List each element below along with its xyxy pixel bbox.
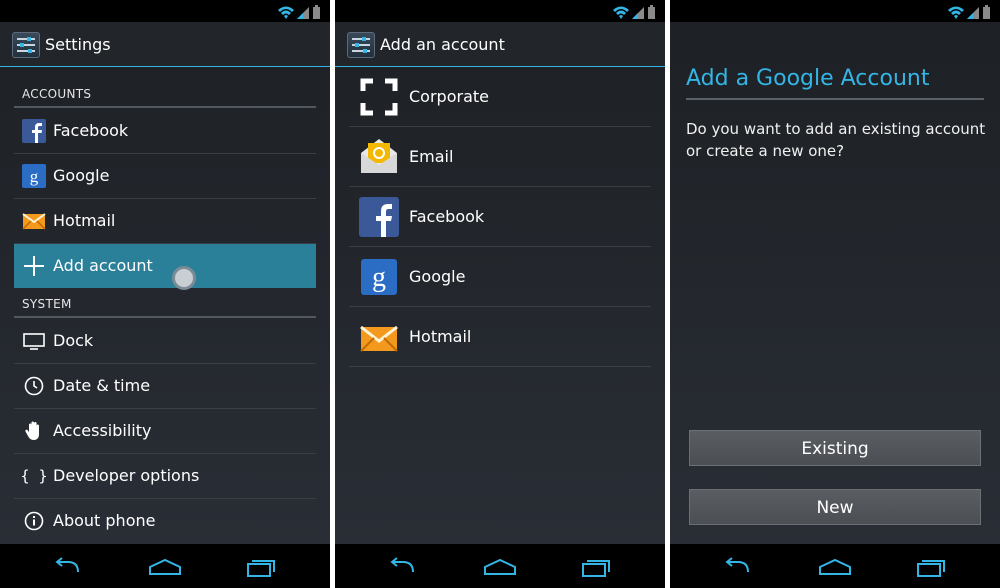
add-account-button[interactable]: Add account [14,244,316,290]
back-icon[interactable] [52,556,86,578]
hotmail-icon [360,325,398,352]
touch-indicator [172,266,196,290]
page-title: Add an account [380,35,505,54]
google-icon: g [361,259,397,295]
status-bar [0,0,330,22]
navigation-bar [670,544,1000,588]
account-type-label: Facebook [409,207,485,226]
account-type-google[interactable]: g Google [349,247,651,307]
status-icons [613,5,655,19]
hand-icon [25,421,39,440]
new-button[interactable]: New [689,489,981,525]
home-icon[interactable] [818,556,852,578]
hotmail-icon [22,213,46,230]
google-icon: g [22,164,46,188]
status-bar [670,0,1000,22]
system-item-label: Developer options [53,466,200,485]
system-item-date-time[interactable]: Date & time [14,364,316,409]
system-item-about-phone[interactable]: About phone [14,499,316,543]
corporate-icon [360,78,398,116]
account-type-label: Corporate [409,87,489,106]
account-type-hotmail[interactable]: Hotmail [349,307,651,367]
system-item-label: Date & time [53,376,151,395]
recent-apps-icon[interactable] [579,556,613,578]
svg-text:{ }: { } [22,467,46,485]
settings-app-icon[interactable] [347,32,375,58]
system-item-label: Dock [53,331,94,350]
section-divider [14,106,316,108]
account-item-facebook[interactable]: Facebook [14,109,316,154]
navigation-bar [0,544,330,588]
monitor-icon [23,333,45,350]
clock-icon [24,376,44,396]
account-item-label: Facebook [53,121,129,140]
svg-text:g: g [30,167,39,186]
accounts-header: ACCOUNTS [22,87,92,101]
title-divider [686,98,984,100]
account-item-label: Hotmail [53,211,116,230]
account-type-corporate[interactable]: Corporate [349,67,651,127]
status-icons [278,5,320,19]
settings-app-icon[interactable] [12,32,40,58]
account-type-facebook[interactable]: Facebook [349,187,651,247]
add-account-label: Add account [53,256,153,275]
home-icon[interactable] [483,556,517,578]
account-type-email[interactable]: Email [349,127,651,187]
dialog-title: Add a Google Account [686,66,930,91]
account-item-google[interactable]: g Google [14,154,316,199]
recent-apps-icon[interactable] [914,556,948,578]
system-item-dock[interactable]: Dock [14,319,316,364]
back-icon[interactable] [387,556,421,578]
navigation-bar [335,544,665,588]
action-bar: Add an account [335,22,665,67]
page-title: Settings [45,35,111,54]
account-item-hotmail[interactable]: Hotmail [14,199,316,244]
account-type-label: Google [409,267,466,286]
plus-icon [24,256,44,276]
facebook-icon [22,119,46,143]
dialog-message: Do you want to add an existing account o… [686,120,986,160]
system-item-label: Accessibility [53,421,152,440]
settings-screen: Settings ACCOUNTS Facebook g Google Hotm… [0,0,330,588]
account-type-label: Email [409,147,454,166]
home-icon[interactable] [148,556,182,578]
status-icons [948,5,990,19]
system-item-developer-options[interactable]: { } Developer options [14,454,316,499]
back-icon[interactable] [722,556,756,578]
braces-icon: { } [22,467,46,485]
section-divider [14,316,316,318]
info-icon [24,511,44,531]
existing-button[interactable]: Existing [689,430,981,466]
email-icon [361,139,397,173]
system-header: SYSTEM [22,297,72,311]
google-account-screen: Add a Google Account Do you want to add … [670,0,1000,588]
system-item-accessibility[interactable]: Accessibility [14,409,316,454]
add-account-screen: Add an account Corporate Email Facebook … [335,0,665,588]
status-bar [335,0,665,22]
system-item-label: About phone [53,511,156,530]
account-item-label: Google [53,166,110,185]
recent-apps-icon[interactable] [244,556,278,578]
account-type-label: Hotmail [409,327,472,346]
action-bar: Settings [0,22,330,67]
svg-text:g: g [372,262,386,293]
facebook-icon [359,197,399,237]
